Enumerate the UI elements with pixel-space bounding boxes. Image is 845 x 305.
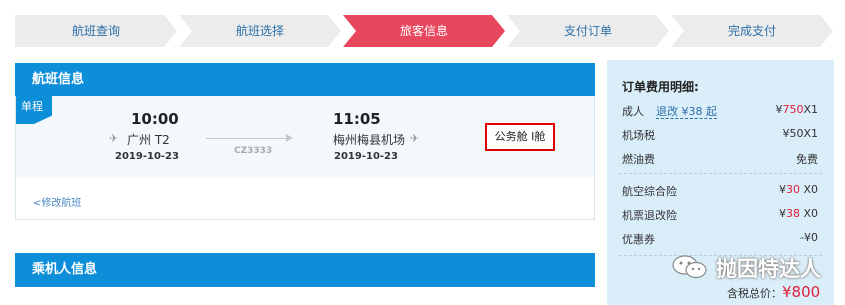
arrival-time: 11:05 <box>333 110 381 128</box>
arrival-plane-icon: ✈ <box>410 132 420 145</box>
step-flight-selection: 航班选择 <box>179 15 341 47</box>
total-currency: ¥ <box>782 283 792 301</box>
refund-insurance-price: ¥38 X0 <box>778 207 818 220</box>
fee-title: 订单费用明细: <box>622 80 699 94</box>
route-line <box>206 138 290 139</box>
coupon-value: -¥0 <box>800 231 818 244</box>
modify-flight-link[interactable]: <修改航班 <box>33 194 81 209</box>
refund-insurance-label: 机票退改险 <box>622 209 677 222</box>
arrival-date: 2019-10-23 <box>334 151 398 162</box>
step-payment: 支付订单 <box>507 15 669 47</box>
one-way-tag: 单程 <box>16 96 52 124</box>
flight-info-panel: 单程 10:00 ✈ 广州 T2 2019-10-23 CZ3333 11:05… <box>15 96 595 220</box>
step-passenger-info: 旅客信息 <box>343 15 505 47</box>
watermark-text: 抛因特达人 <box>716 257 821 281</box>
departure-date: 2019-10-23 <box>115 151 179 162</box>
cabin-class: 公务舱 I舱 <box>485 123 555 151</box>
wechat-icon <box>672 255 707 279</box>
step-complete: 完成支付 <box>671 15 833 47</box>
arrival-place: 梅州梅县机场 <box>333 133 406 147</box>
adult-price: ¥750X1 <box>775 103 818 116</box>
insurance-row: 航空综合险 ¥30 X0 <box>622 183 818 201</box>
progress-steps: 航班查询 航班选择 旅客信息 支付订单 完成支付 <box>15 15 833 47</box>
total-label: 含税总价： <box>727 287 782 300</box>
refund-change-link[interactable]: 退改 ¥38 起 <box>656 105 717 119</box>
fee-divider <box>619 173 822 174</box>
coupon-row: 优惠券 -¥0 <box>622 231 818 249</box>
flight-info-header: 航班信息 <box>15 63 595 96</box>
coupon-label: 优惠券 <box>622 233 655 246</box>
departure-plane-icon: ✈ <box>109 132 119 145</box>
flight-number: CZ3333 <box>234 146 273 156</box>
watermark: 抛因特达人 <box>666 251 826 283</box>
adult-fee-row: 成人 退改 ¥38 起 ¥750X1 <box>622 103 818 121</box>
adult-label: 成人 <box>622 105 644 118</box>
flight-row: 单程 10:00 ✈ 广州 T2 2019-10-23 CZ3333 11:05… <box>16 96 594 178</box>
fuel-label: 燃油费 <box>622 153 655 166</box>
passenger-info-header: 乘机人信息 <box>15 253 595 287</box>
fuel-value: 免费 <box>796 153 818 166</box>
insurance-label: 航空综合险 <box>622 185 677 198</box>
departure-place: 广州 T2 <box>127 133 170 147</box>
route-arrow-icon <box>286 134 293 142</box>
fuel-fee-row: 燃油费 免费 <box>622 151 818 169</box>
airport-tax-label: 机场税 <box>622 129 655 142</box>
airport-tax-value: ¥50X1 <box>782 127 818 140</box>
insurance-price: ¥30 X0 <box>778 183 818 196</box>
total-price: 含税总价：¥800 <box>727 283 820 301</box>
total-value: 800 <box>791 283 821 301</box>
airport-tax-row: 机场税 ¥50X1 <box>622 127 818 145</box>
step-flight-search: 航班查询 <box>15 15 177 47</box>
refund-insurance-row: 机票退改险 ¥38 X0 <box>622 207 818 225</box>
departure-time: 10:00 <box>131 110 179 128</box>
